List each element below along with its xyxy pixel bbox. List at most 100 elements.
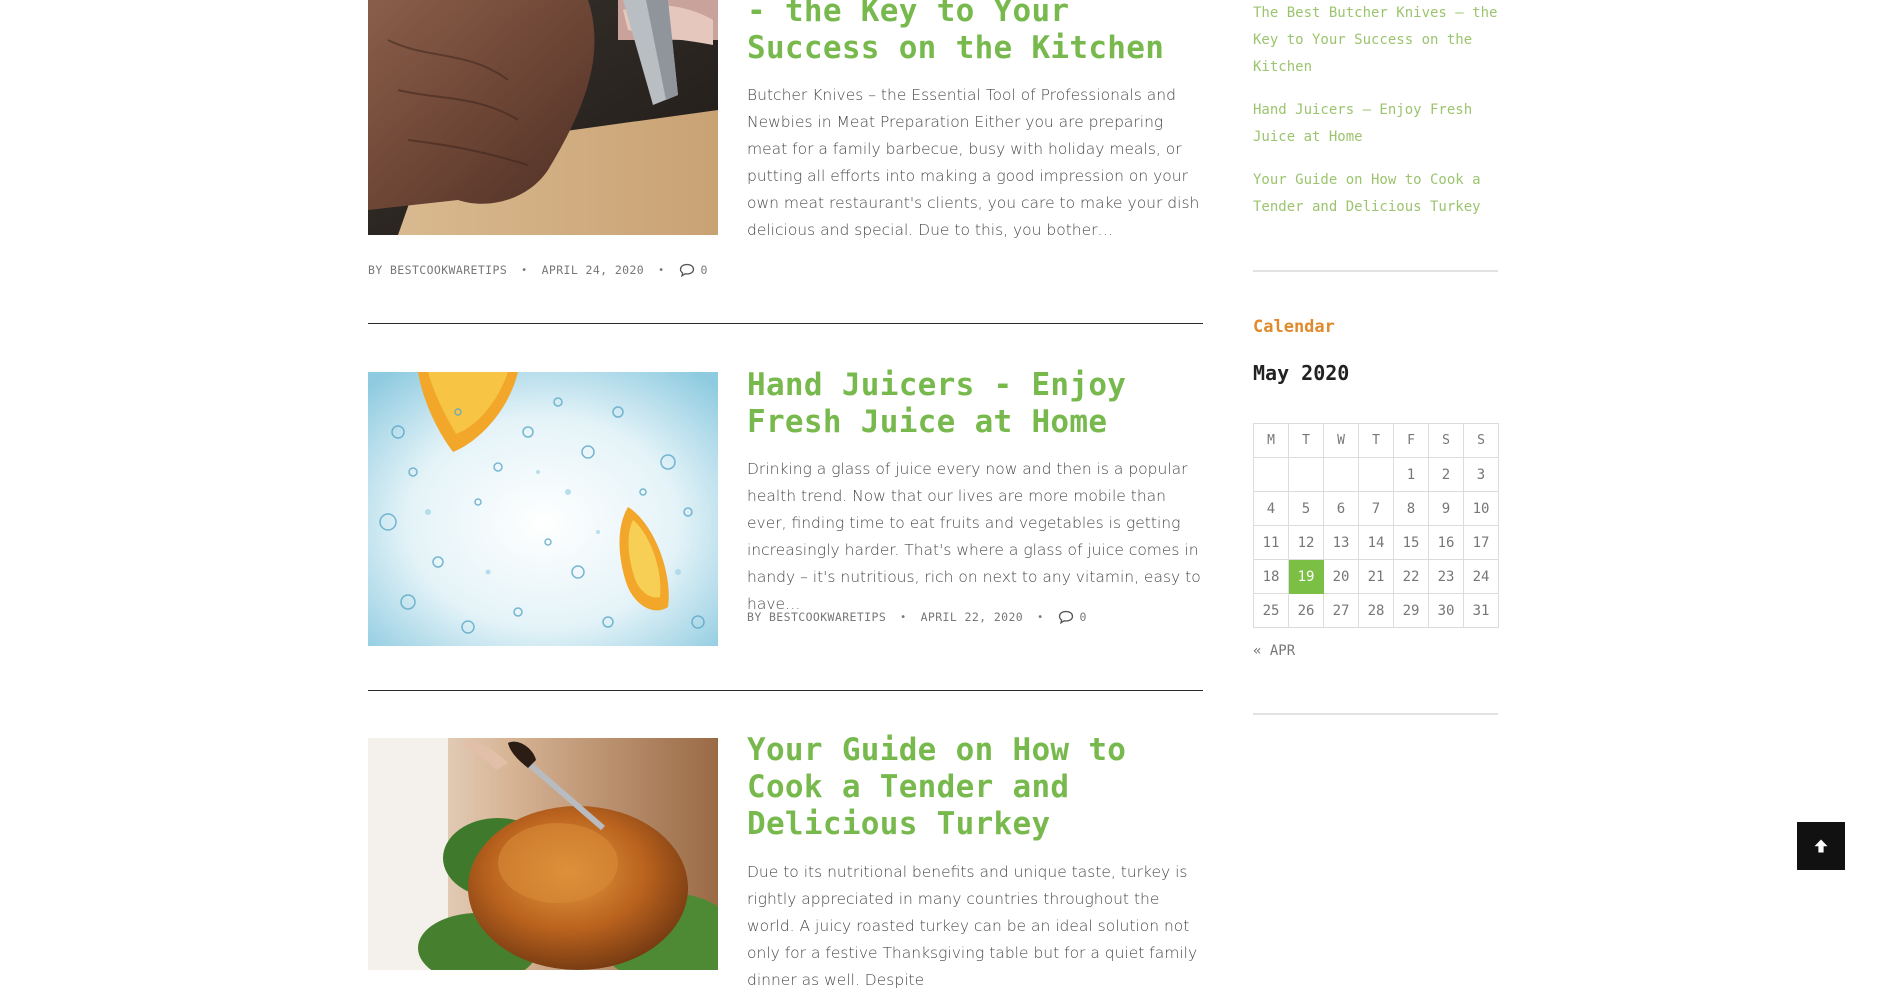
calendar-prev-month-link[interactable]: « APR	[1253, 643, 1295, 659]
post-meta: BY BESTCOOKWARETIPS • APRIL 24, 2020 • 0	[368, 263, 708, 277]
post-divider	[368, 690, 1203, 691]
post-title[interactable]: - the Key to Your Success on the Kitchen	[747, 0, 1164, 67]
calendar-day: 6	[1323, 491, 1359, 526]
calendar-day: 16	[1428, 525, 1464, 560]
calendar-day	[1323, 457, 1359, 492]
calendar-day: 1	[1393, 457, 1429, 492]
post-title-line[interactable]: Success on the Kitchen	[747, 30, 1164, 67]
calendar-weekday-row: M T W T F S S	[1253, 423, 1499, 458]
calendar-week-row: 4 5 6 7 8 9 10	[1253, 491, 1499, 526]
post-excerpt: Due to its nutritional benefits and uniq…	[747, 863, 1198, 989]
post-title[interactable]: Your Guide on How to Cook a Tender and D…	[747, 732, 1126, 843]
post-meta: BY BESTCOOKWARETIPS • APRIL 22, 2020 • 0	[747, 610, 1087, 624]
post-title[interactable]: Hand Juicers - Enjoy Fresh Juice at Home	[747, 367, 1126, 441]
comment-count[interactable]: 0	[1080, 610, 1087, 624]
recent-post-line[interactable]: Juice at Home	[1253, 124, 1513, 151]
post-image-hand-juicers[interactable]	[368, 372, 718, 646]
recent-post-link[interactable]: Hand Juicers – Enjoy Fresh Juice at Home	[1253, 97, 1513, 151]
calendar-day: 9	[1428, 491, 1464, 526]
comment-icon[interactable]	[1058, 610, 1074, 624]
recent-post-line[interactable]: Your Guide on How to Cook a	[1253, 167, 1513, 194]
recent-post-line[interactable]: Kitchen	[1253, 54, 1513, 81]
post-author[interactable]: BY BESTCOOKWARETIPS	[747, 610, 886, 624]
calendar-day: 4	[1253, 491, 1289, 526]
recent-post-link[interactable]: Your Guide on How to Cook a Tender and D…	[1253, 167, 1513, 221]
calendar-day: 11	[1253, 525, 1289, 560]
recent-post-line[interactable]: Tender and Delicious Turkey	[1253, 194, 1513, 221]
calendar-day	[1358, 457, 1394, 492]
back-to-top-button[interactable]	[1797, 822, 1845, 870]
calendar-day: 26	[1288, 593, 1324, 628]
weekday-header: T	[1358, 423, 1394, 458]
weekday-header: F	[1393, 423, 1429, 458]
post-excerpt: Drinking a glass of juice every now and …	[747, 460, 1201, 613]
calendar-day: 21	[1358, 559, 1394, 594]
calendar-day: 14	[1358, 525, 1394, 560]
calendar-day: 12	[1288, 525, 1324, 560]
weekday-header: W	[1323, 423, 1359, 458]
recent-post-line[interactable]: The Best Butcher Knives – the	[1253, 0, 1513, 27]
post-image-turkey[interactable]	[368, 738, 718, 970]
calendar-day: 30	[1428, 593, 1464, 628]
calendar-day: 29	[1393, 593, 1429, 628]
calendar-day: 17	[1463, 525, 1499, 560]
calendar-week-row: 1 2 3	[1253, 457, 1499, 492]
post-author[interactable]: BY BESTCOOKWARETIPS	[368, 263, 507, 277]
meta-separator: •	[1037, 611, 1044, 623]
calendar-day: 2	[1428, 457, 1464, 492]
weekday-header: M	[1253, 423, 1289, 458]
post-title-line[interactable]: Your Guide on How to	[747, 732, 1126, 769]
calendar-day: 31	[1463, 593, 1499, 628]
butcher-knife-photo	[368, 0, 718, 235]
widget-divider	[1253, 713, 1498, 715]
post-date[interactable]: APRIL 22, 2020	[921, 610, 1024, 624]
meta-separator: •	[658, 264, 665, 276]
recent-post-line[interactable]: Key to Your Success on the	[1253, 27, 1513, 54]
comment-count[interactable]: 0	[701, 263, 708, 277]
calendar-day: 27	[1323, 593, 1359, 628]
calendar-day	[1253, 457, 1289, 492]
post-title-line[interactable]: Cook a Tender and	[747, 769, 1126, 806]
juice-splash-photo	[368, 372, 718, 646]
calendar-day: 22	[1393, 559, 1429, 594]
post-title-line[interactable]: Fresh Juice at Home	[747, 404, 1126, 441]
calendar-caption: May 2020	[1253, 361, 1350, 385]
post-title-line[interactable]: Hand Juicers - Enjoy	[747, 367, 1126, 404]
calendar-day: 28	[1358, 593, 1394, 628]
calendar-widget-title: Calendar	[1253, 317, 1335, 337]
post-date[interactable]: APRIL 24, 2020	[542, 263, 645, 277]
calendar-day: 24	[1463, 559, 1499, 594]
calendar-day: 20	[1323, 559, 1359, 594]
calendar-day: 10	[1463, 491, 1499, 526]
calendar-day: 13	[1323, 525, 1359, 560]
meta-separator: •	[521, 264, 528, 276]
calendar-week-row: 18 19 20 21 22 23 24	[1253, 559, 1499, 594]
calendar-day: 25	[1253, 593, 1289, 628]
calendar-day: 3	[1463, 457, 1499, 492]
calendar-day-today: 19	[1288, 559, 1324, 594]
calendar-day: 18	[1253, 559, 1289, 594]
comment-icon[interactable]	[679, 263, 695, 277]
widget-divider	[1253, 270, 1498, 272]
calendar-day	[1288, 457, 1324, 492]
calendar-week-row: 25 26 27 28 29 30 31	[1253, 593, 1499, 628]
post-excerpt: Butcher Knives – the Essential Tool of P…	[747, 86, 1200, 239]
calendar-table: M T W T F S S 1 2 3 4 5 6 7 8 9 10 11 12…	[1253, 423, 1499, 628]
post-title-line[interactable]: - the Key to Your	[747, 0, 1164, 30]
post-divider	[368, 323, 1203, 324]
arrow-up-icon	[1814, 839, 1828, 853]
roast-turkey-photo	[368, 738, 718, 970]
calendar-day: 15	[1393, 525, 1429, 560]
post-image-butcher-knives[interactable]	[368, 0, 718, 235]
weekday-header: S	[1428, 423, 1464, 458]
calendar-day: 8	[1393, 491, 1429, 526]
recent-post-link[interactable]: The Best Butcher Knives – the Key to You…	[1253, 0, 1513, 81]
weekday-header: S	[1463, 423, 1499, 458]
calendar-day: 5	[1288, 491, 1324, 526]
post-title-line[interactable]: Delicious Turkey	[747, 806, 1126, 843]
calendar-day: 7	[1358, 491, 1394, 526]
calendar-day: 23	[1428, 559, 1464, 594]
meta-separator: •	[900, 611, 907, 623]
weekday-header: T	[1288, 423, 1324, 458]
recent-post-line[interactable]: Hand Juicers – Enjoy Fresh	[1253, 97, 1513, 124]
